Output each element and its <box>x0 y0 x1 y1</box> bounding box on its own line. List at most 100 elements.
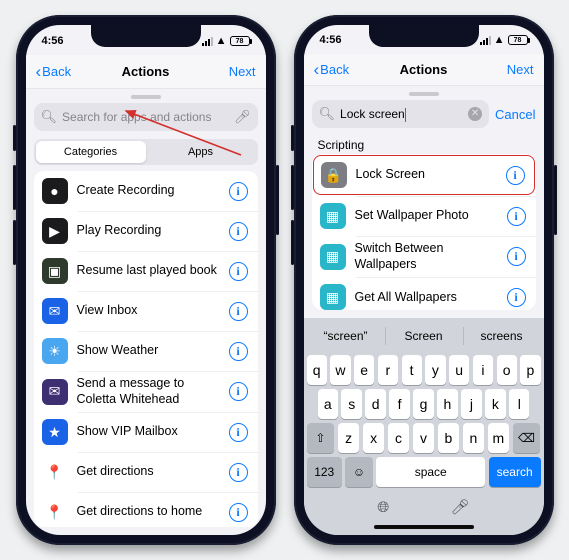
back-button[interactable]: ‹Back <box>36 63 86 80</box>
tab-apps[interactable]: Apps <box>146 141 256 163</box>
key-delete[interactable]: ⌫ <box>513 423 541 453</box>
key-k[interactable]: k <box>485 389 505 419</box>
key-a[interactable]: a <box>318 389 338 419</box>
list-item[interactable]: 🔒Lock Screeni <box>313 155 535 195</box>
suggestion[interactable]: screens <box>463 321 541 351</box>
info-icon[interactable]: i <box>507 207 526 226</box>
list-item[interactable]: ▦Get All Wallpapersi <box>312 277 536 310</box>
segmented-control[interactable]: Categories Apps <box>34 139 258 165</box>
key-t[interactable]: t <box>402 355 422 385</box>
info-icon[interactable]: i <box>229 503 248 522</box>
key-h[interactable]: h <box>437 389 457 419</box>
wifi-icon: ▲ <box>494 34 505 46</box>
key-l[interactable]: l <box>509 389 529 419</box>
back-button[interactable]: ‹Back <box>314 61 364 78</box>
clear-icon[interactable]: ✕ <box>468 107 482 121</box>
key-123[interactable]: 123 <box>307 457 342 487</box>
key-j[interactable]: j <box>461 389 481 419</box>
app-icon: ★ <box>42 419 68 445</box>
key-d[interactable]: d <box>365 389 385 419</box>
search-input[interactable]: 🔍︎ Lock screen ✕ <box>312 100 490 128</box>
clock: 4:56 <box>42 35 64 47</box>
key-search[interactable]: search <box>489 457 541 487</box>
list-item[interactable]: ●Create Recordingi <box>34 171 258 211</box>
keyboard: “screen”Screenscreens qwertyuiop asdfghj… <box>304 318 544 535</box>
list-item[interactable]: 📍Get directionsi <box>34 452 258 492</box>
info-icon[interactable]: i <box>229 423 248 442</box>
list-item[interactable]: ▦Switch Between Wallpapersi <box>312 236 536 277</box>
globe-icon[interactable]: 🌐︎ <box>377 499 389 516</box>
list-item[interactable]: 📍Get directions to homei <box>34 492 258 527</box>
suggestion-bar: “screen”Screenscreens <box>307 321 541 351</box>
info-icon[interactable]: i <box>229 262 248 281</box>
list-item[interactable]: ✉View Inboxi <box>34 291 258 331</box>
search-placeholder: Search for apps and actions <box>62 110 229 124</box>
phone-right: 4:56 ▲ 78 ‹Back Actions Next 🔍︎ Lock scr… <box>294 15 554 545</box>
key-n[interactable]: n <box>463 423 484 453</box>
key-emoji[interactable]: ☺ <box>345 457 372 487</box>
key-o[interactable]: o <box>497 355 517 385</box>
sheet-grabber[interactable] <box>131 95 161 99</box>
list-item[interactable]: ☀Show Weatheri <box>34 331 258 371</box>
sheet-grabber[interactable] <box>409 92 439 96</box>
list-item[interactable]: ★Show VIP Mailboxi <box>34 412 258 452</box>
list-item[interactable]: ▶Play Recordingi <box>34 211 258 251</box>
list-item[interactable]: ▦Set Wallpaper Photoi <box>312 196 536 236</box>
dictation-icon[interactable]: 🎤︎ <box>451 498 470 516</box>
search-input[interactable]: 🔍︎ Search for apps and actions 🎤︎ <box>34 103 258 131</box>
info-icon[interactable]: i <box>506 166 525 185</box>
next-button[interactable]: Next <box>483 62 533 77</box>
suggestion[interactable]: Screen <box>385 321 463 351</box>
key-r[interactable]: r <box>378 355 398 385</box>
key-shift[interactable]: ⇧ <box>307 423 335 453</box>
info-icon[interactable]: i <box>229 222 248 241</box>
list-item[interactable]: ✉Send a message toColetta Whiteheadi <box>34 371 258 412</box>
suggestion[interactable]: “screen” <box>307 321 385 351</box>
info-icon[interactable]: i <box>507 288 526 307</box>
key-b[interactable]: b <box>438 423 459 453</box>
key-f[interactable]: f <box>389 389 409 419</box>
nav-bar: ‹Back Actions Next <box>26 55 266 89</box>
section-header: Scripting <box>304 134 544 154</box>
app-icon: ▦ <box>320 284 346 310</box>
key-c[interactable]: c <box>388 423 409 453</box>
key-g[interactable]: g <box>413 389 433 419</box>
tab-categories[interactable]: Categories <box>36 141 146 163</box>
info-icon[interactable]: i <box>229 382 248 401</box>
info-icon[interactable]: i <box>229 302 248 321</box>
info-icon[interactable]: i <box>229 463 248 482</box>
info-icon[interactable]: i <box>229 182 248 201</box>
key-m[interactable]: m <box>488 423 509 453</box>
key-u[interactable]: u <box>449 355 469 385</box>
search-icon: 🔍︎ <box>41 109 58 125</box>
key-p[interactable]: p <box>520 355 540 385</box>
item-label: View Inbox <box>77 303 220 319</box>
key-v[interactable]: v <box>413 423 434 453</box>
wifi-icon: ▲ <box>216 35 227 47</box>
phone-left: 4:56 ▲ 78 ‹Back Actions Next 🔍︎ Search f… <box>16 15 276 545</box>
info-icon[interactable]: i <box>507 247 526 266</box>
key-z[interactable]: z <box>338 423 359 453</box>
key-w[interactable]: w <box>330 355 350 385</box>
battery-icon: 78 <box>508 35 528 45</box>
home-indicator[interactable] <box>374 525 474 529</box>
key-q[interactable]: q <box>307 355 327 385</box>
key-i[interactable]: i <box>473 355 493 385</box>
item-label: Resume last played book <box>77 263 220 279</box>
key-space[interactable]: space <box>376 457 485 487</box>
app-icon: 📍 <box>42 499 68 525</box>
cancel-button[interactable]: Cancel <box>495 107 535 122</box>
key-y[interactable]: y <box>425 355 445 385</box>
list-item[interactable]: ▣ Resume last played book i <box>34 251 258 291</box>
search-value: Lock screen <box>340 107 463 122</box>
search-icon: 🔍︎ <box>319 106 336 122</box>
next-button[interactable]: Next <box>205 64 255 79</box>
info-icon[interactable]: i <box>229 342 248 361</box>
app-icon: ✉ <box>42 379 68 405</box>
key-e[interactable]: e <box>354 355 374 385</box>
app-icon: ▣ <box>42 258 68 284</box>
app-icon: ▦ <box>320 244 346 270</box>
key-s[interactable]: s <box>341 389 361 419</box>
key-x[interactable]: x <box>363 423 384 453</box>
mic-icon[interactable]: 🎤︎ <box>234 109 251 125</box>
